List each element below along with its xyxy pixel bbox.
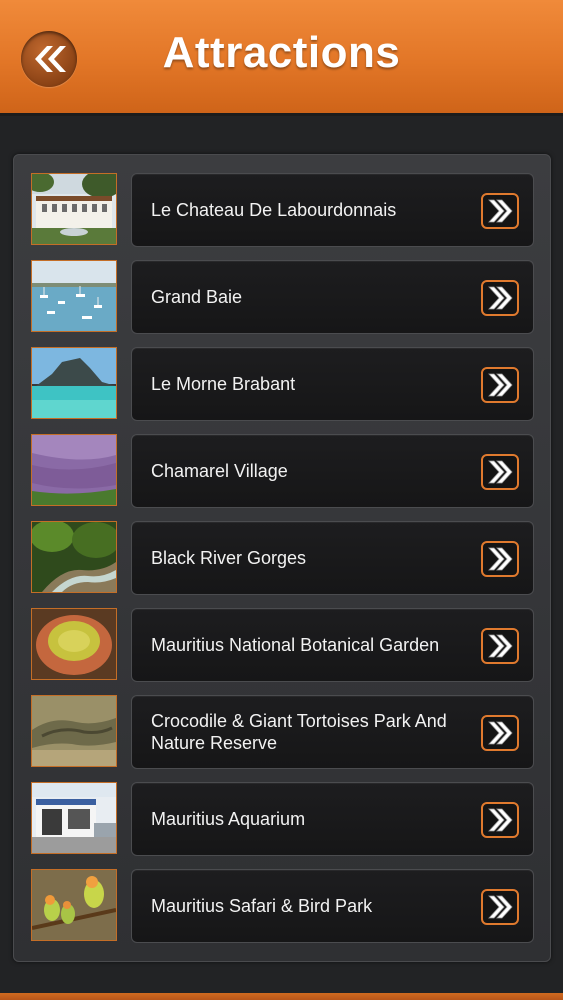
attraction-label: Black River Gorges (151, 548, 307, 568)
go-button[interactable] (481, 280, 519, 316)
botanical-garden-thumbnail (31, 608, 117, 680)
double-chevron-right-icon (488, 721, 513, 745)
attractions-list: Le Chateau De Labourdonnais Grand Baie L… (13, 154, 551, 962)
double-chevron-right-icon (488, 460, 513, 484)
attraction-label: Le Chateau De Labourdonnais (151, 200, 397, 220)
list-item[interactable]: Black River Gorges (31, 521, 537, 595)
attraction-button[interactable]: Crocodile & Giant Tortoises Park And Nat… (131, 695, 534, 769)
go-button[interactable] (481, 715, 519, 751)
grand-baie-thumbnail (31, 260, 117, 332)
attraction-button[interactable]: Mauritius Aquarium (131, 782, 534, 856)
go-button[interactable] (481, 454, 519, 490)
go-button[interactable] (481, 889, 519, 925)
double-chevron-right-icon (488, 547, 513, 571)
go-button[interactable] (481, 628, 519, 664)
crocodile-park-thumbnail (31, 695, 117, 767)
double-chevron-right-icon (488, 895, 513, 919)
attraction-button[interactable]: Mauritius Safari & Bird Park (131, 869, 534, 943)
go-button[interactable] (481, 193, 519, 229)
go-button[interactable] (481, 367, 519, 403)
attraction-button[interactable]: Le Chateau De Labourdonnais (131, 173, 534, 247)
double-chevron-right-icon (488, 634, 513, 658)
attraction-label: Mauritius Aquarium (151, 809, 306, 829)
black-river-thumbnail (31, 521, 117, 593)
double-chevron-right-icon (488, 808, 513, 832)
attraction-label: Mauritius Safari & Bird Park (151, 896, 373, 916)
double-chevron-right-icon (488, 373, 513, 397)
attraction-button[interactable]: Black River Gorges (131, 521, 534, 595)
bird-park-thumbnail (31, 869, 117, 941)
chamarel-thumbnail (31, 434, 117, 506)
footer-accent-bar (0, 993, 563, 1000)
le-morne-thumbnail (31, 347, 117, 419)
list-item[interactable]: Le Chateau De Labourdonnais (31, 173, 537, 247)
list-item[interactable]: Mauritius Safari & Bird Park (31, 869, 537, 943)
attraction-label: Chamarel Village (151, 461, 288, 481)
attraction-label: Mauritius National Botanical Garden (151, 635, 440, 655)
list-item[interactable]: Chamarel Village (31, 434, 537, 508)
attraction-label: Grand Baie (151, 287, 243, 307)
header-bar: Attractions (0, 0, 563, 116)
page-title: Attractions (162, 28, 401, 77)
attraction-button[interactable]: Le Morne Brabant (131, 347, 534, 421)
attraction-label: Crocodile & Giant Tortoises Park And Nat… (151, 711, 447, 753)
attraction-button[interactable]: Grand Baie (131, 260, 534, 334)
list-item[interactable]: Mauritius National Botanical Garden (31, 608, 537, 682)
double-chevron-right-icon (488, 286, 513, 310)
chateau-thumbnail (31, 173, 117, 245)
list-item[interactable]: Crocodile & Giant Tortoises Park And Nat… (31, 695, 537, 769)
list-item[interactable]: Le Morne Brabant (31, 347, 537, 421)
go-button[interactable] (481, 541, 519, 577)
go-button[interactable] (481, 802, 519, 838)
list-item[interactable]: Grand Baie (31, 260, 537, 334)
list-item[interactable]: Mauritius Aquarium (31, 782, 537, 856)
double-chevron-right-icon (488, 199, 513, 223)
attraction-label: Le Morne Brabant (151, 374, 296, 394)
attraction-button[interactable]: Mauritius National Botanical Garden (131, 608, 534, 682)
aquarium-thumbnail (31, 782, 117, 854)
attraction-button[interactable]: Chamarel Village (131, 434, 534, 508)
